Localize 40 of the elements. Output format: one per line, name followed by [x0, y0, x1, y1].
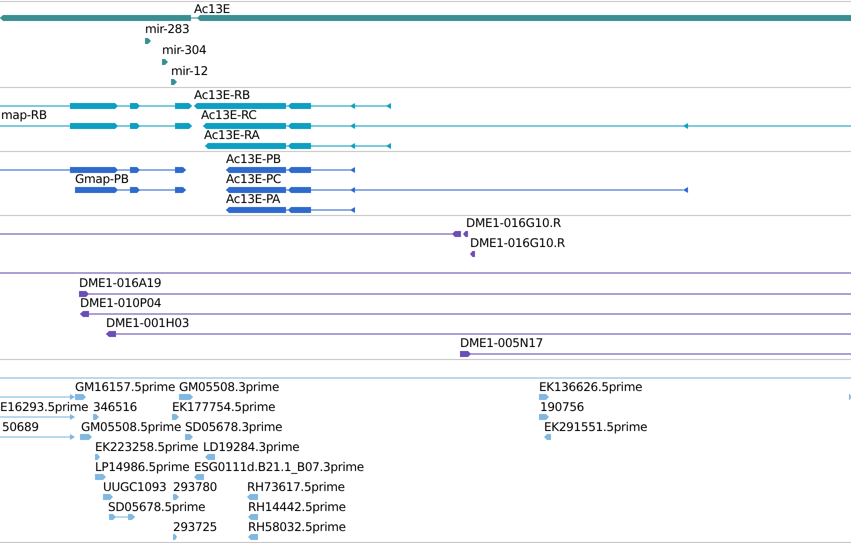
feature-label: RH58032.5prime [248, 520, 346, 534]
feature-label: SD05678.3prime [185, 420, 282, 434]
feature-label: RH14442.5prime [248, 500, 346, 514]
feature-label: Ac13E-PC [226, 172, 281, 186]
feature-label: DME1-010P04 [80, 296, 162, 310]
feature-label: Ac13E-PA [226, 192, 280, 206]
feature-label: EK291551.5prime [544, 420, 648, 434]
feature-label: EK177754.5prime [172, 400, 276, 414]
feature-label: mir-12 [171, 64, 208, 78]
feature-label: DME1-001H03 [106, 316, 190, 330]
feature-label: GM05508.5prime [81, 420, 182, 434]
feature-label: mir-283 [145, 22, 190, 36]
feature-label: DME1-016G10.R [470, 236, 565, 250]
feature-label: 50689 [2, 420, 39, 434]
feature-label: GM05508.3prime [179, 380, 280, 394]
feature-label: GM16157.5prime [75, 380, 176, 394]
feature-label: EK136626.5prime [539, 380, 642, 394]
feature-label: ESG0111d.B21.1_B07.3prime [194, 460, 364, 474]
feature-label: 346516 [93, 400, 138, 414]
feature-label: Ac13E [194, 2, 230, 16]
feature-label: SD05678.5prime [108, 500, 206, 514]
feature-label: mir-304 [162, 43, 206, 57]
feature-label: map-RB [1, 108, 47, 122]
feature-label: Ac13E-RA [204, 128, 260, 142]
feature-label: 293725 [173, 520, 218, 534]
feature-label: UUGC1093 [103, 480, 166, 494]
feature-label: DME1-005N17 [460, 336, 543, 350]
feature-label: Gmap-PB [75, 172, 129, 186]
feature-label: LD19284.3prime [203, 440, 300, 454]
feature-label: E16293.5prime [0, 400, 88, 414]
feature-label: RH73617.5prime [247, 480, 345, 494]
feature-label: 190756 [540, 400, 584, 414]
feature-label: LP14986.5prime [95, 460, 190, 474]
feature-label: DME1-016A19 [79, 276, 162, 290]
feature-label: Ac13E-PB [226, 152, 281, 166]
feature-label: 293780 [173, 480, 218, 494]
feature-label: DME1-016G10.R [466, 216, 561, 230]
feature-label: EK223258.5prime [95, 440, 198, 454]
feature-label: Ac13E-RB [194, 88, 250, 102]
feature-label: Ac13E-RC [201, 108, 256, 122]
